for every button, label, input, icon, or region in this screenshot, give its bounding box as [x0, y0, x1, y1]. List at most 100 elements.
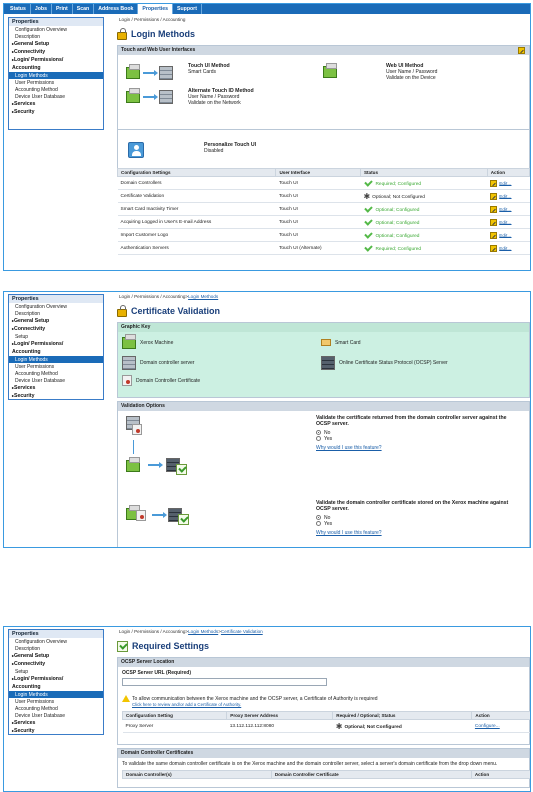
certificate-authority-link[interactable]: Click here to review and/or add a Certif… — [132, 702, 529, 707]
table-header: Action — [471, 711, 530, 720]
radio-icon[interactable] — [316, 430, 321, 436]
q1-why-link[interactable]: Why would I use this feature? — [316, 445, 521, 451]
sidebar-item-services[interactable]: ▸Services — [9, 719, 103, 727]
configure-link[interactable]: Configure... — [475, 724, 500, 729]
server-icon — [158, 90, 173, 104]
configuration-table: Configuration Settings User Interface Stat… — [116, 168, 530, 255]
breadcrumb: Login / Permissions / Accounting>Login M… — [117, 294, 530, 299]
breadcrumb-login-methods-link[interactable]: Login Methods — [188, 294, 218, 299]
certificate-validation-screen: Properties Configuration Overview Descript… — [3, 291, 531, 548]
sidebar-item-label: Description — [15, 311, 41, 317]
sidebar-item-accounting[interactable]: Accounting — [9, 683, 103, 691]
ocsp-section-header: OCSP Server Location — [118, 658, 529, 667]
breadcrumb-certificate-validation-link[interactable]: Certificate Validation — [221, 629, 263, 634]
sidebar-item-device-user-database[interactable]: Device User Database — [9, 712, 103, 719]
sidebar-item-services[interactable]: ▸Services — [9, 100, 103, 108]
sidebar-item-general-setup[interactable]: ▸General Setup — [9, 317, 103, 325]
edit-link[interactable]: Edit... — [499, 181, 511, 186]
sidebar-item-security[interactable]: ▸Security — [9, 392, 103, 400]
sidebar-item-connectivity[interactable]: ▸Connectivity — [9, 48, 103, 56]
sidebar-item-configuration-overview[interactable]: Configuration Overview — [9, 303, 103, 310]
sidebar-item-accounting-method[interactable]: Accounting Method — [9, 370, 103, 377]
edit-link[interactable]: Edit... — [499, 233, 511, 238]
edit-pencil-icon[interactable] — [490, 231, 498, 239]
sidebar-item-login-permissions[interactable]: ▸Login/ Permissions/ — [9, 56, 103, 64]
sidebar-item-accounting[interactable]: Accounting — [9, 348, 103, 356]
check-icon — [364, 229, 374, 239]
tab-scan[interactable]: Scan — [73, 4, 95, 14]
sidebar-item-login-methods[interactable]: Login Methods — [9, 72, 103, 79]
sidebar-item-user-permissions[interactable]: User Permissions — [9, 698, 103, 705]
sidebar-item-general-setup[interactable]: ▸General Setup — [9, 40, 103, 48]
status-cell: Required; Configured — [360, 176, 488, 190]
tab-status[interactable]: Status — [6, 4, 31, 14]
sidebar-item-accounting-method[interactable]: Accounting Method — [9, 86, 103, 93]
web-ui-line2: Validate on the Device — [386, 75, 436, 81]
sidebar-item-setup[interactable]: Setup — [9, 333, 103, 340]
sidebar-item-label: Login Methods — [15, 692, 48, 698]
sidebar-item-label: User Permissions — [15, 80, 55, 86]
ocsp-url-input[interactable] — [122, 678, 327, 686]
sidebar-item-login-methods[interactable]: Login Methods — [9, 356, 103, 363]
ocsp-url-label: OCSP Server URL (Required) — [122, 670, 192, 676]
tab-address-book[interactable]: Address Book — [94, 4, 139, 14]
key-dc-server-label: Domain controller server — [140, 360, 195, 366]
action-cell: Edit... — [487, 241, 530, 255]
sidebar-item-accounting-method[interactable]: Accounting Method — [9, 705, 103, 712]
certificate-icon — [122, 375, 132, 386]
radio-icon[interactable] — [316, 436, 321, 442]
edit-pencil-icon[interactable] — [490, 192, 498, 200]
sidebar-item-login-permissions[interactable]: ▸Login/ Permissions/ — [9, 340, 103, 348]
q1-option-yes[interactable]: Yes — [316, 436, 521, 442]
edit-pencil-icon[interactable] — [490, 179, 498, 187]
setting-cell: Domain Controllers — [117, 176, 276, 190]
sidebar-item-accounting[interactable]: Accounting — [9, 64, 103, 72]
sidebar-item-configuration-overview[interactable]: Configuration Overview — [9, 638, 103, 645]
page-title: Certificate Validation — [117, 303, 530, 319]
xerox-machine-icon — [126, 64, 140, 79]
sidebar-item-user-permissions[interactable]: User Permissions — [9, 79, 103, 86]
edit-pencil-icon[interactable] — [490, 244, 498, 252]
sidebar-item-device-user-database[interactable]: Device User Database — [9, 93, 103, 100]
sidebar-item-label: Login Methods — [15, 357, 48, 363]
web-ui-icon — [323, 63, 337, 78]
sidebar-item-security[interactable]: ▸Security — [9, 727, 103, 735]
sidebar-item-description[interactable]: Description — [9, 645, 103, 652]
sidebar-item-user-permissions[interactable]: User Permissions — [9, 363, 103, 370]
edit-link[interactable]: Edit... — [499, 246, 511, 251]
sidebar-item-login-methods[interactable]: Login Methods — [9, 691, 103, 698]
edit-link[interactable]: Edit... — [499, 207, 511, 212]
key-smart-card-label: Smart Card — [335, 339, 361, 346]
status-text: Optional; Not Configured — [372, 194, 425, 200]
sidebar-item-login-permissions[interactable]: ▸Login/ Permissions/ — [9, 675, 103, 683]
sidebar-item-connectivity[interactable]: ▸Connectivity — [9, 660, 103, 668]
smart-card-icon — [321, 339, 331, 346]
sidebar-item-setup[interactable]: Setup — [9, 668, 103, 675]
breadcrumb-login-methods-link[interactable]: Login Methods — [188, 629, 218, 634]
q2-why-link[interactable]: Why would I use this feature? — [316, 530, 521, 536]
sidebar-item-security[interactable]: ▸Security — [9, 108, 103, 116]
tab-properties[interactable]: Properties — [138, 4, 174, 14]
sidebar-item-description[interactable]: Description — [9, 33, 103, 40]
radio-icon[interactable] — [316, 521, 321, 527]
tab-print[interactable]: Print — [52, 4, 73, 14]
sidebar-item-label: General Setup — [14, 318, 50, 324]
sidebar-item-general-setup[interactable]: ▸General Setup — [9, 652, 103, 660]
sidebar-item-device-user-database[interactable]: Device User Database — [9, 377, 103, 384]
edit-link[interactable]: Edit... — [499, 220, 511, 225]
edit-link[interactable]: Edit... — [499, 194, 511, 199]
sidebar-item-label: Security — [14, 109, 35, 115]
breadcrumb: Login / Permissions / Accounting>Login M… — [117, 629, 530, 634]
edit-pencil-icon[interactable] — [518, 47, 525, 54]
q2-option-yes[interactable]: Yes — [316, 521, 521, 527]
edit-pencil-icon[interactable] — [490, 218, 498, 226]
setting-cell: Smart Card Inactivity Timer — [117, 202, 276, 216]
sidebar-item-services[interactable]: ▸Services — [9, 384, 103, 392]
sidebar-item-description[interactable]: Description — [9, 310, 103, 317]
tab-jobs[interactable]: Jobs — [31, 4, 52, 14]
radio-icon[interactable] — [316, 515, 321, 521]
sidebar-item-connectivity[interactable]: ▸Connectivity — [9, 325, 103, 333]
tab-support[interactable]: Support — [173, 4, 202, 14]
sidebar-item-configuration-overview[interactable]: Configuration Overview — [9, 26, 103, 33]
edit-pencil-icon[interactable] — [490, 205, 498, 213]
